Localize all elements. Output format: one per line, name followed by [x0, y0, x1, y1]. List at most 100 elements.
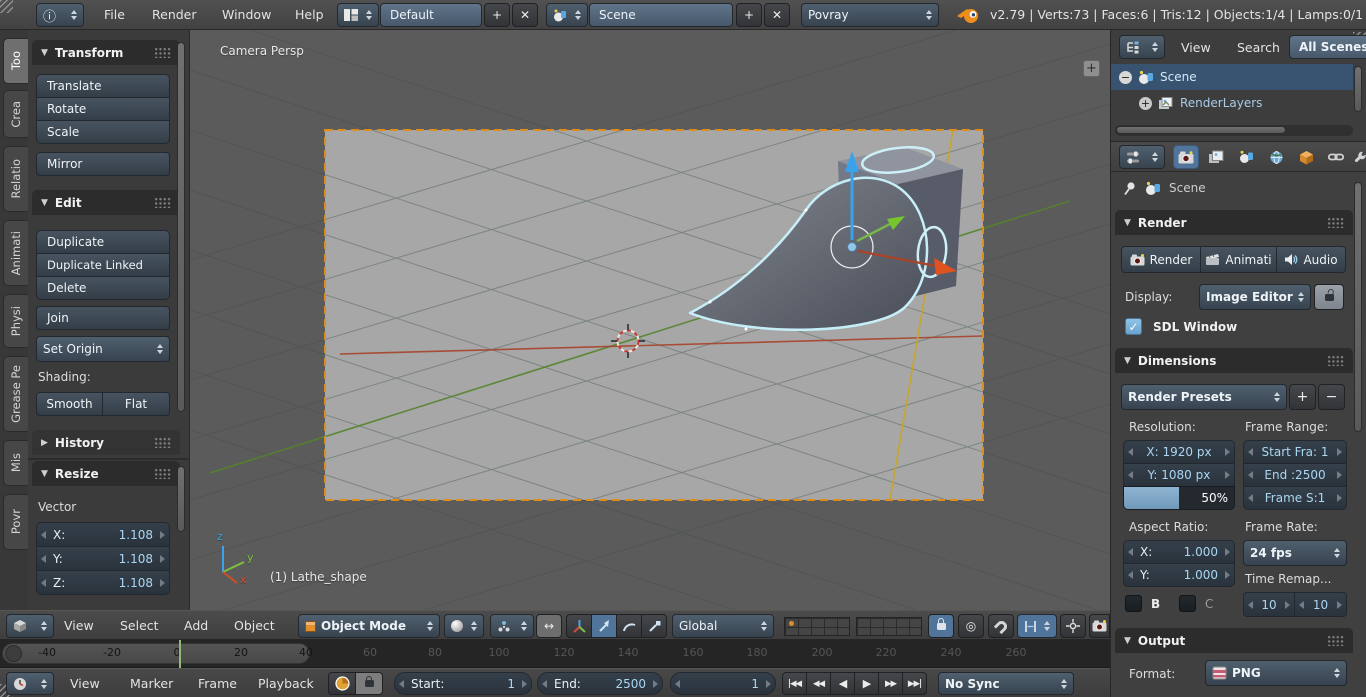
- add-layout-button[interactable]: +: [484, 3, 510, 27]
- resize-panel-scrollbar[interactable]: [177, 466, 185, 532]
- resize-z-field[interactable]: Z:1.108: [36, 570, 170, 595]
- resize-y-field[interactable]: Y:1.108: [36, 546, 170, 571]
- outliner-hscrollbar[interactable]: [1115, 125, 1353, 136]
- frame-end-field[interactable]: End:2500: [537, 672, 663, 695]
- layers-grid-1[interactable]: [784, 617, 850, 636]
- shade-smooth-button[interactable]: Smooth: [36, 392, 103, 416]
- current-frame-field[interactable]: 1: [670, 672, 776, 695]
- sdl-window-checkbox[interactable]: ✓: [1125, 318, 1142, 335]
- manipulator-translate-button[interactable]: [591, 614, 617, 638]
- playback-range-toggle[interactable]: [328, 672, 356, 695]
- shade-flat-button[interactable]: Flat: [102, 392, 170, 416]
- scale-button[interactable]: Scale: [36, 120, 170, 144]
- display-mode-dropdown[interactable]: Image Editor: [1199, 284, 1311, 310]
- timeline-hscrollbar-knob[interactable]: [5, 645, 22, 662]
- frame-start-field[interactable]: Start:1: [394, 672, 532, 695]
- viewport-shading-dropdown[interactable]: [444, 614, 484, 638]
- translate-button[interactable]: Translate: [36, 74, 170, 98]
- panel-grip-icon[interactable]: [1327, 355, 1344, 366]
- manipulate-center-points-toggle[interactable]: ↔: [536, 614, 562, 638]
- av-sync-dropdown[interactable]: No Sync: [938, 672, 1074, 695]
- panel-grip-icon[interactable]: [1327, 217, 1344, 228]
- time-remap-old-field[interactable]: 10: [1243, 592, 1295, 617]
- panel-grip-icon[interactable]: [154, 197, 171, 208]
- panel-header-dimensions[interactable]: ▼ Dimensions: [1115, 348, 1353, 373]
- mode-dropdown[interactable]: Object Mode: [298, 614, 440, 638]
- tab-world-properties[interactable]: [1263, 145, 1289, 169]
- toolshelf-scrollbar[interactable]: [177, 42, 185, 412]
- mirror-button[interactable]: Mirror: [36, 152, 170, 176]
- add-preset-button[interactable]: +: [1289, 384, 1316, 410]
- outliner-display-mode-dropdown[interactable]: All Scenes: [1289, 35, 1366, 59]
- tab-render-layers[interactable]: [1203, 145, 1229, 169]
- close-scene-button[interactable]: ✕: [764, 3, 790, 27]
- tab-animation[interactable]: Animati: [3, 220, 28, 286]
- properties-vscrollbar[interactable]: [1354, 182, 1362, 432]
- resize-x-field[interactable]: X:1.108: [36, 522, 170, 547]
- close-layout-button[interactable]: ✕: [512, 3, 538, 27]
- jump-to-start-button[interactable]: |◀◀: [782, 672, 807, 695]
- play-reverse-button[interactable]: ◀: [830, 672, 855, 695]
- tab-grease-pencil[interactable]: Grease Pe: [3, 356, 28, 432]
- snap-target-button[interactable]: [1060, 614, 1086, 638]
- border-checkbox[interactable]: [1125, 595, 1142, 612]
- time-remap-new-field[interactable]: 10: [1294, 592, 1347, 617]
- snap-toggle-button[interactable]: [988, 614, 1014, 638]
- editor-type-outliner-dropdown[interactable]: [1119, 35, 1165, 59]
- set-origin-dropdown[interactable]: Set Origin: [36, 336, 170, 362]
- tab-physics[interactable]: Physi: [3, 294, 28, 348]
- remove-preset-button[interactable]: −: [1318, 384, 1345, 410]
- menu-file[interactable]: File: [104, 0, 125, 29]
- panel-grip-icon[interactable]: [154, 437, 171, 448]
- duplicate-button[interactable]: Duplicate: [36, 230, 170, 254]
- screen-layout-name-field[interactable]: Default: [380, 3, 482, 27]
- frame-rate-dropdown[interactable]: 24 fps: [1243, 540, 1347, 566]
- render-animation-button[interactable]: Animati: [1200, 246, 1277, 273]
- scene-lock-toggle[interactable]: [928, 614, 954, 638]
- next-keyframe-button[interactable]: ▶▶: [878, 672, 903, 695]
- tab-constraints[interactable]: [1323, 145, 1349, 169]
- menu-render[interactable]: Render: [152, 0, 197, 29]
- pivot-point-dropdown[interactable]: [490, 614, 534, 638]
- menu-window[interactable]: Window: [222, 0, 271, 29]
- frame-start-field-props[interactable]: Start Fra: 1: [1243, 440, 1347, 464]
- menu-view-outliner[interactable]: View: [1181, 35, 1211, 59]
- panel-header-transform[interactable]: ▼ Transform: [32, 40, 180, 65]
- add-scene-button[interactable]: +: [736, 3, 762, 27]
- outliner-row-scene[interactable]: − Scene: [1111, 64, 1353, 90]
- render-border-button[interactable]: ◎: [958, 614, 984, 638]
- resolution-x-field[interactable]: X: 1920 px: [1123, 440, 1235, 464]
- menu-frame[interactable]: Frame: [198, 669, 237, 697]
- menu-view-timeline[interactable]: View: [70, 669, 100, 697]
- tab-render-properties[interactable]: [1173, 145, 1199, 169]
- editor-type-info-dropdown[interactable]: ⓘ: [36, 3, 84, 27]
- snap-element-dropdown[interactable]: [1017, 614, 1057, 638]
- orientation-dropdown[interactable]: Global: [672, 614, 774, 638]
- play-button[interactable]: ▶: [854, 672, 879, 695]
- resolution-percent-slider[interactable]: 50%: [1123, 486, 1235, 510]
- frame-lock-toggle[interactable]: [355, 672, 383, 695]
- menu-select[interactable]: Select: [120, 611, 159, 639]
- panel-header-render[interactable]: ▼ Render: [1115, 210, 1353, 235]
- frame-step-field[interactable]: Frame S:1: [1243, 486, 1347, 510]
- render-presets-dropdown[interactable]: Render Presets: [1121, 384, 1287, 410]
- tab-tools[interactable]: Too: [3, 38, 28, 84]
- render-engine-dropdown[interactable]: Povray: [801, 3, 939, 27]
- tab-misc[interactable]: Mis: [3, 440, 28, 486]
- timeline-ruler[interactable]: -40 -20 0 20 40 60 80 100 120 140 160 18…: [0, 640, 1110, 668]
- resolution-y-field[interactable]: Y: 1080 px: [1123, 463, 1235, 487]
- panel-header-history[interactable]: ▶ History: [32, 430, 180, 455]
- panel-grip-icon[interactable]: [154, 468, 171, 479]
- current-frame-marker[interactable]: [179, 640, 181, 668]
- aspect-x-field[interactable]: X:1.000: [1123, 540, 1235, 564]
- tab-object-properties[interactable]: [1293, 145, 1319, 169]
- expand-region-button[interactable]: +: [1083, 60, 1100, 77]
- prev-keyframe-button[interactable]: ◀◀: [806, 672, 831, 695]
- delete-button[interactable]: Delete: [36, 276, 170, 300]
- menu-help[interactable]: Help: [295, 0, 324, 29]
- rotate-button[interactable]: Rotate: [36, 97, 170, 121]
- panel-header-resize[interactable]: ▼ Resize: [32, 461, 180, 486]
- tab-scene-properties[interactable]: [1233, 145, 1259, 169]
- file-format-dropdown[interactable]: PNG: [1205, 660, 1347, 686]
- scene-name-field[interactable]: Scene: [589, 3, 733, 27]
